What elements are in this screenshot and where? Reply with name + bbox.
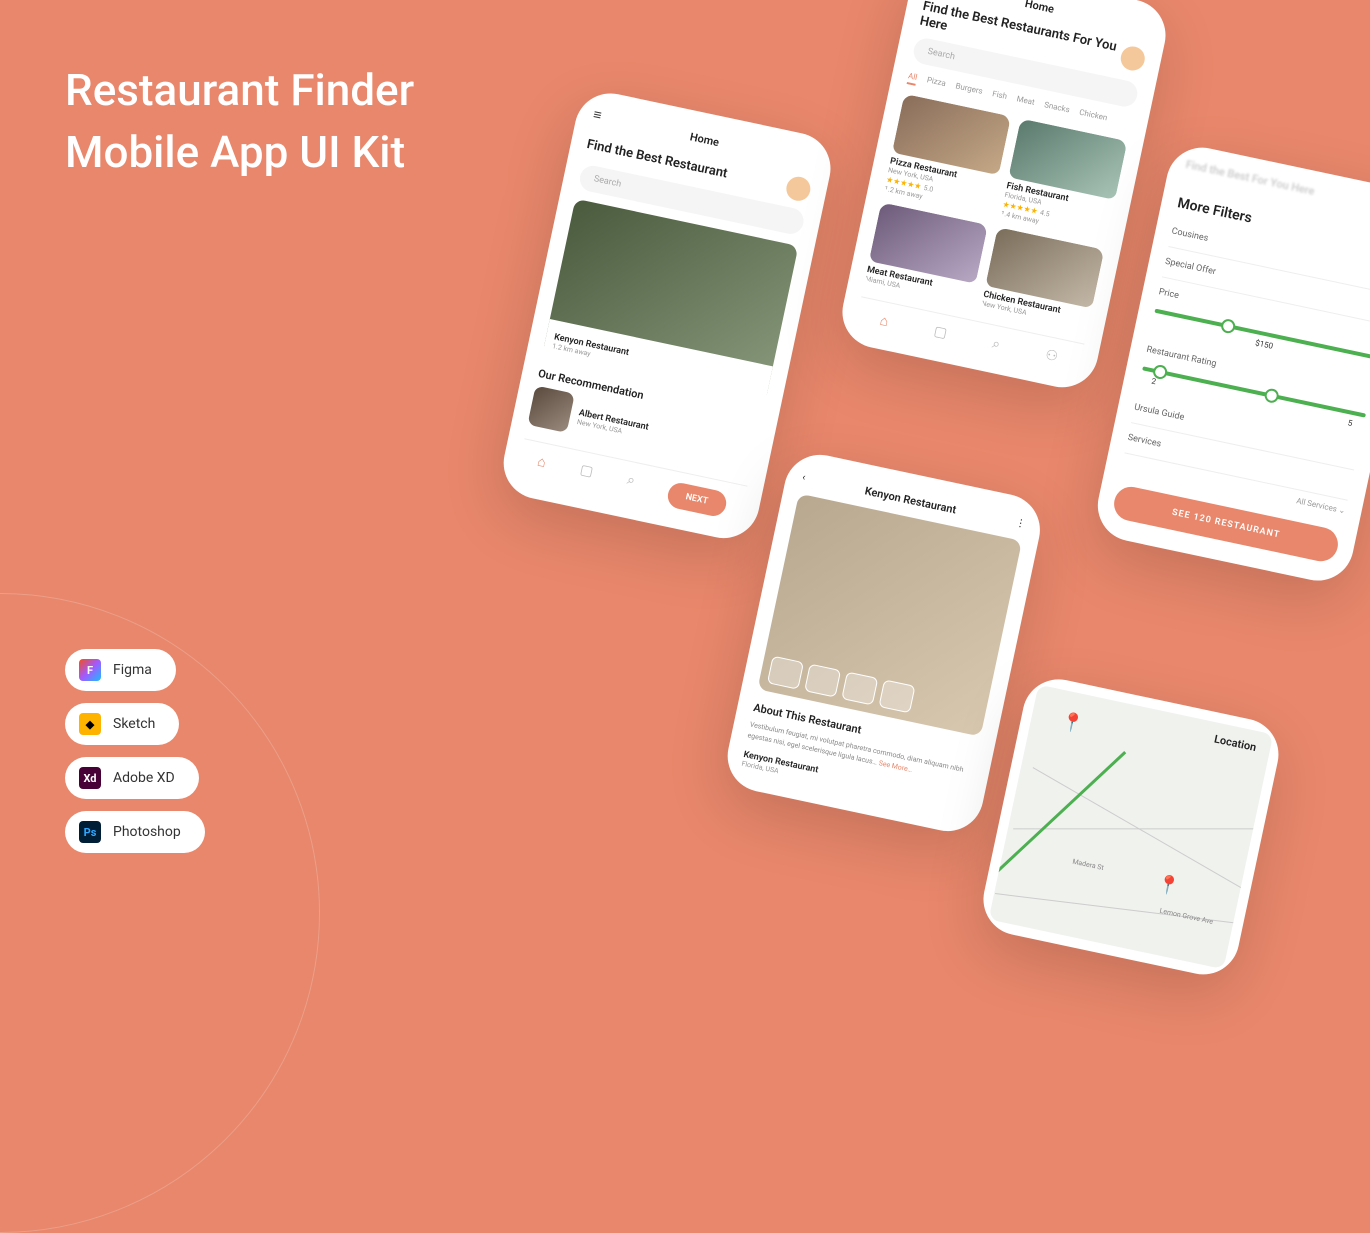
search-icon[interactable]: ⌕ bbox=[990, 336, 1001, 354]
tool-label: Adobe XD bbox=[113, 770, 175, 786]
gallery-thumb[interactable] bbox=[804, 664, 841, 698]
see-restaurants-button[interactable]: SEE 120 RESTAURANT bbox=[1111, 484, 1341, 565]
tab-all[interactable]: All bbox=[907, 71, 919, 86]
avatar[interactable] bbox=[1119, 44, 1147, 72]
restaurant-card[interactable]: Fish Restaurant Florida, USA ★★★★★ 4.5 1… bbox=[1000, 119, 1128, 240]
tool-figma: F Figma bbox=[65, 649, 176, 691]
restaurant-card[interactable]: Meat Restaurant Miami, USA bbox=[864, 202, 988, 305]
home-icon[interactable]: ⌂ bbox=[878, 312, 890, 330]
tab-snacks[interactable]: Snacks bbox=[1043, 100, 1071, 118]
tool-label: Photoshop bbox=[113, 824, 181, 840]
map-view[interactable]: Location 📍 📍 Madera St Lemon Grove Ave bbox=[989, 685, 1274, 970]
map-icon[interactable]: ▢ bbox=[576, 462, 594, 490]
ps-icon: Ps bbox=[79, 821, 101, 843]
gallery-thumb[interactable] bbox=[878, 679, 915, 713]
gallery-thumb[interactable] bbox=[841, 671, 878, 705]
home-icon[interactable]: ⌂ bbox=[534, 453, 548, 480]
map-icon[interactable]: ▢ bbox=[932, 323, 948, 342]
restaurant-card[interactable]: Chicken Restaurant New York, USA bbox=[981, 227, 1105, 330]
tab-meat[interactable]: Meat bbox=[1015, 94, 1036, 111]
tool-adobe-xd: Xd Adobe XD bbox=[65, 757, 199, 799]
pin-icon: 📍 bbox=[1155, 873, 1181, 898]
hero-title: Restaurant Finder Mobile App UI Kit bbox=[65, 60, 414, 183]
road-label: Madera St bbox=[1072, 858, 1105, 872]
search-icon[interactable]: ⌕ bbox=[623, 472, 636, 499]
tab-pizza[interactable]: Pizza bbox=[925, 75, 947, 92]
tool-label: Sketch bbox=[113, 716, 155, 732]
detail-hero-image bbox=[757, 494, 1022, 737]
road-label: Lemon Grove Ave bbox=[1159, 907, 1214, 926]
xd-icon: Xd bbox=[79, 767, 101, 789]
tool-label: Figma bbox=[113, 662, 152, 678]
reco-thumb bbox=[527, 385, 574, 432]
phone-filters: Find the Best For You Here More Filters … bbox=[1091, 141, 1370, 587]
card-rating: 5.0 bbox=[923, 184, 934, 194]
tool-sketch: ◆ Sketch bbox=[65, 703, 179, 745]
next-button[interactable]: NEXT bbox=[665, 481, 728, 519]
phone-map: Location 📍 📍 Madera St Lemon Grove Ave bbox=[977, 673, 1285, 981]
location-title: Location bbox=[1213, 732, 1258, 754]
rating-max: 5 bbox=[1347, 418, 1353, 428]
all-services[interactable]: All Services bbox=[1296, 496, 1338, 513]
featured-image[interactable]: Kenyon Restaurant 1.2 km away bbox=[542, 199, 798, 403]
sketch-icon: ◆ bbox=[79, 713, 101, 735]
gallery-thumb[interactable] bbox=[767, 656, 804, 690]
tool-photoshop: Ps Photoshop bbox=[65, 811, 205, 853]
phone-detail: ‹ Kenyon Restaurant ⋮ About This Restaur… bbox=[721, 448, 1047, 838]
avatar[interactable] bbox=[784, 175, 812, 203]
restaurant-card[interactable]: Pizza Restaurant New York, USA ★★★★★ 5.0… bbox=[883, 94, 1011, 215]
chevron-down-icon: ⌄ bbox=[1338, 505, 1346, 515]
tab-burgers[interactable]: Burgers bbox=[954, 81, 984, 99]
card-rating: 4.5 bbox=[1039, 209, 1050, 219]
tools-list: F Figma ◆ Sketch Xd Adobe XD Ps Photosho… bbox=[65, 649, 205, 853]
tab-chicken[interactable]: Chicken bbox=[1078, 108, 1108, 127]
phone-home-grid: Home Find the Best Restaurants For You H… bbox=[836, 0, 1172, 394]
figma-icon: F bbox=[79, 659, 101, 681]
pin-icon: 📍 bbox=[1059, 710, 1085, 735]
tab-fish[interactable]: Fish bbox=[991, 89, 1008, 105]
profile-icon[interactable]: ⚇ bbox=[1044, 347, 1060, 366]
more-icon[interactable]: ⋮ bbox=[1015, 517, 1027, 530]
back-icon[interactable]: ‹ bbox=[801, 472, 806, 483]
